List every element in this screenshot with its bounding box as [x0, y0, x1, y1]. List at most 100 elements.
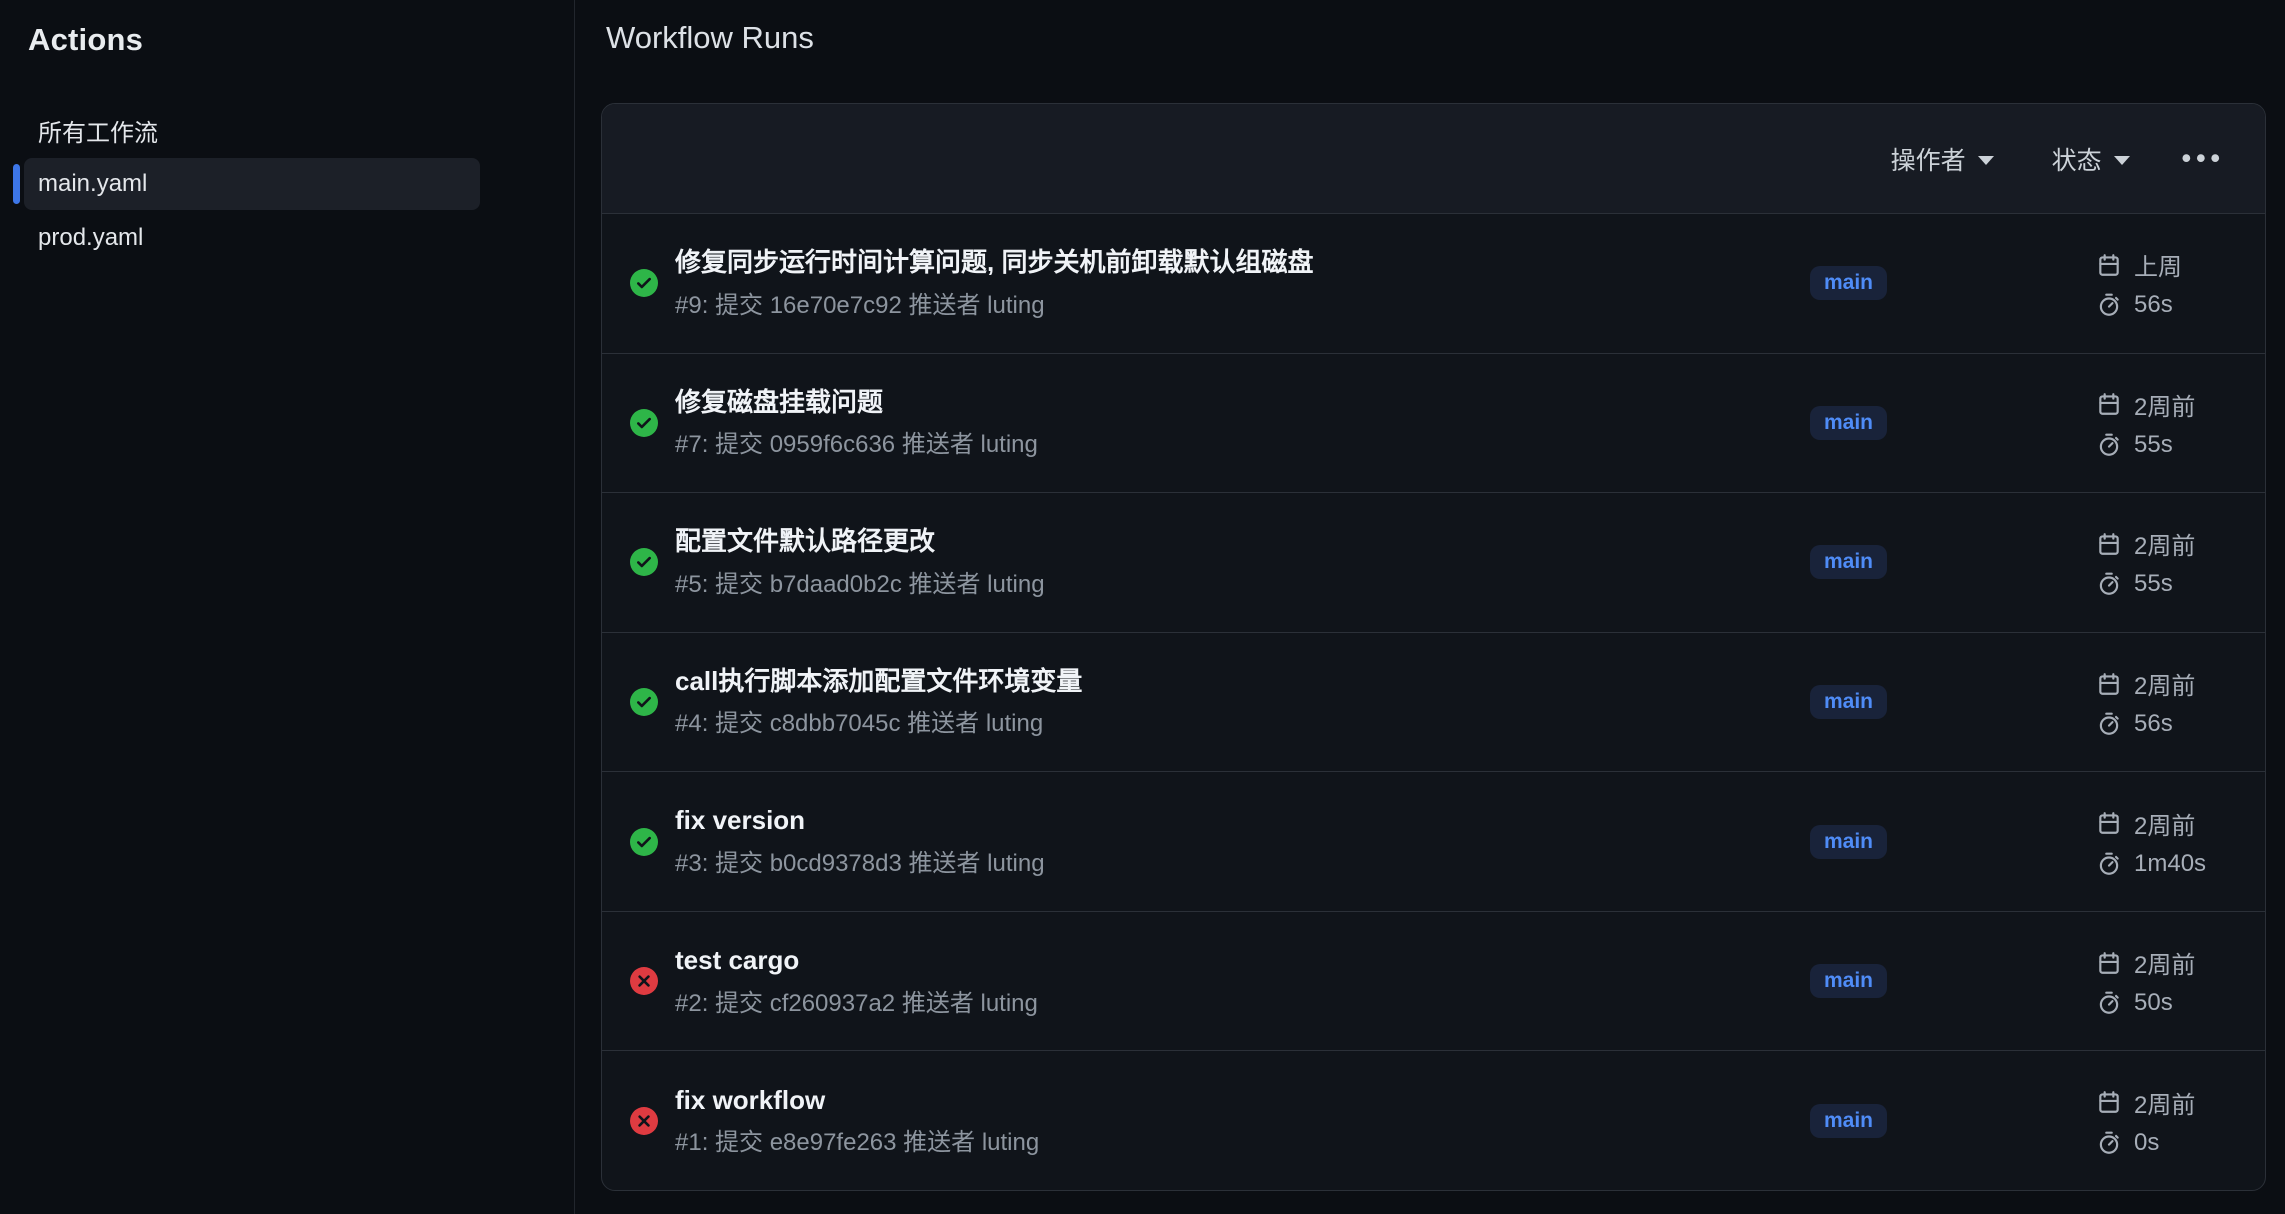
run-time-info: 上周 56s	[2096, 247, 2182, 319]
run-commit-meta: #5: 提交 b7daad0b2c 推送者 luting	[675, 571, 1045, 600]
run-duration-line: 56s	[2096, 710, 2195, 738]
run-title-link[interactable]: 修复同步运行时间计算问题, 同步关机前卸载默认组磁盘	[675, 246, 1313, 279]
run-commit-meta: #1: 提交 e8e97fe263 推送者 luting	[675, 1129, 1039, 1158]
sidebar-item-label: prod.yaml	[38, 224, 143, 252]
branch-badge[interactable]: main	[1810, 406, 1887, 440]
sidebar-item-label: 所有工作流	[38, 113, 158, 148]
workflow-runs-main: Workflow Runs 操作者 状态 ••• 修复同步运行时间计算问题, 同…	[576, 0, 2285, 1214]
workflow-run-row[interactable]: test cargo #2: 提交 cf260937a2 推送者 luting …	[602, 911, 2265, 1051]
page-title: Workflow Runs	[606, 20, 814, 56]
sidebar-item-prod-yaml[interactable]: prod.yaml	[24, 212, 480, 264]
branch-badge[interactable]: main	[1810, 964, 1887, 998]
run-title-link[interactable]: fix version	[675, 804, 1045, 837]
runs-panel-header: 操作者 状态 •••	[602, 104, 2265, 214]
calendar-icon	[2096, 391, 2122, 417]
run-duration: 50s	[2134, 989, 2173, 1017]
run-duration: 56s	[2134, 291, 2173, 319]
stopwatch-icon	[2096, 292, 2122, 318]
calendar-icon	[2096, 810, 2122, 836]
status-filter-label: 状态	[2052, 141, 2102, 177]
stopwatch-icon	[2096, 851, 2122, 877]
stopwatch-icon	[2096, 711, 2122, 737]
branch-badge[interactable]: main	[1810, 266, 1887, 300]
calendar-icon	[2096, 671, 2122, 697]
status-filter-dropdown[interactable]: 状态	[2052, 141, 2130, 177]
failure-x-icon	[630, 967, 658, 995]
branch-badge[interactable]: main	[1810, 825, 1887, 859]
run-time-info: 2周前 50s	[2096, 945, 2195, 1017]
more-options-icon[interactable]: •••	[2182, 145, 2225, 172]
actor-filter-label: 操作者	[1891, 141, 1966, 177]
run-date-line: 2周前	[2096, 666, 2195, 701]
run-duration-line: 0s	[2096, 1129, 2195, 1157]
sidebar-item-all-workflows[interactable]: 所有工作流	[24, 104, 480, 156]
success-check-icon	[630, 269, 658, 297]
run-title-link[interactable]: fix workflow	[675, 1084, 1039, 1117]
workflow-run-row[interactable]: call执行脚本添加配置文件环境变量 #4: 提交 c8dbb7045c 推送者…	[602, 632, 2265, 772]
calendar-icon	[2096, 1089, 2122, 1115]
run-commit-meta: #2: 提交 cf260937a2 推送者 luting	[675, 990, 1038, 1019]
run-summary: 配置文件默认路径更改 #5: 提交 b7daad0b2c 推送者 luting	[675, 525, 1045, 599]
stopwatch-icon	[2096, 571, 2122, 597]
chevron-down-icon	[2114, 156, 2130, 165]
calendar-icon	[2096, 950, 2122, 976]
sidebar-item-main-yaml[interactable]: main.yaml	[24, 158, 480, 210]
run-title-link[interactable]: test cargo	[675, 944, 1038, 977]
run-time-info: 2周前 55s	[2096, 526, 2195, 598]
run-duration: 0s	[2134, 1129, 2159, 1157]
run-duration: 55s	[2134, 431, 2173, 459]
success-check-icon	[630, 688, 658, 716]
run-date-line: 2周前	[2096, 526, 2195, 561]
run-commit-meta: #4: 提交 c8dbb7045c 推送者 luting	[675, 710, 1082, 739]
run-date-line: 2周前	[2096, 387, 2195, 422]
success-check-icon	[630, 409, 658, 437]
workflow-run-row[interactable]: 修复同步运行时间计算问题, 同步关机前卸载默认组磁盘 #9: 提交 16e70e…	[602, 214, 2265, 353]
workflow-run-row[interactable]: 修复磁盘挂载问题 #7: 提交 0959f6c636 推送者 luting ma…	[602, 353, 2265, 493]
run-duration-line: 50s	[2096, 989, 2195, 1017]
run-duration: 1m40s	[2134, 850, 2206, 878]
run-summary: fix workflow #1: 提交 e8e97fe263 推送者 lutin…	[675, 1084, 1039, 1158]
run-duration-line: 1m40s	[2096, 850, 2206, 878]
run-date-line: 2周前	[2096, 1085, 2195, 1120]
workflow-run-row[interactable]: fix version #3: 提交 b0cd9378d3 推送者 luting…	[602, 771, 2265, 911]
stopwatch-icon	[2096, 990, 2122, 1016]
run-title-link[interactable]: call执行脚本添加配置文件环境变量	[675, 665, 1082, 698]
run-commit-meta: #3: 提交 b0cd9378d3 推送者 luting	[675, 850, 1045, 879]
workflow-file-list: 所有工作流 main.yaml prod.yaml	[24, 104, 479, 266]
run-duration-line: 56s	[2096, 291, 2182, 319]
run-time-info: 2周前 56s	[2096, 666, 2195, 738]
success-check-icon	[630, 548, 658, 576]
run-when: 2周前	[2134, 526, 2195, 561]
run-commit-meta: #7: 提交 0959f6c636 推送者 luting	[675, 431, 1038, 460]
runs-list: 修复同步运行时间计算问题, 同步关机前卸载默认组磁盘 #9: 提交 16e70e…	[602, 214, 2265, 1190]
sidebar-title: Actions	[28, 22, 143, 58]
run-time-info: 2周前 0s	[2096, 1085, 2195, 1157]
chevron-down-icon	[1978, 156, 1994, 165]
run-when: 2周前	[2134, 806, 2195, 841]
sidebar-item-label: main.yaml	[38, 170, 147, 198]
run-summary: test cargo #2: 提交 cf260937a2 推送者 luting	[675, 944, 1038, 1018]
run-when: 2周前	[2134, 945, 2195, 980]
branch-badge[interactable]: main	[1810, 685, 1887, 719]
branch-badge[interactable]: main	[1810, 545, 1887, 579]
run-title-link[interactable]: 修复磁盘挂载问题	[675, 386, 1038, 419]
run-duration: 55s	[2134, 570, 2173, 598]
run-summary: 修复同步运行时间计算问题, 同步关机前卸载默认组磁盘 #9: 提交 16e70e…	[675, 246, 1313, 320]
run-duration-line: 55s	[2096, 431, 2195, 459]
run-title-link[interactable]: 配置文件默认路径更改	[675, 525, 1045, 558]
workflow-run-row[interactable]: 配置文件默认路径更改 #5: 提交 b7daad0b2c 推送者 luting …	[602, 492, 2265, 632]
actions-sidebar: Actions 所有工作流 main.yaml prod.yaml	[0, 0, 575, 1214]
run-summary: fix version #3: 提交 b0cd9378d3 推送者 luting	[675, 804, 1045, 878]
run-date-line: 上周	[2096, 247, 2182, 282]
runs-panel: 操作者 状态 ••• 修复同步运行时间计算问题, 同步关机前卸载默认组磁盘 #9…	[601, 103, 2266, 1191]
actor-filter-dropdown[interactable]: 操作者	[1891, 141, 1994, 177]
run-when: 2周前	[2134, 1085, 2195, 1120]
run-date-line: 2周前	[2096, 945, 2195, 980]
stopwatch-icon	[2096, 432, 2122, 458]
stopwatch-icon	[2096, 1130, 2122, 1156]
run-time-info: 2周前 1m40s	[2096, 806, 2206, 878]
workflow-run-row[interactable]: fix workflow #1: 提交 e8e97fe263 推送者 lutin…	[602, 1050, 2265, 1190]
branch-badge[interactable]: main	[1810, 1104, 1887, 1138]
success-check-icon	[630, 828, 658, 856]
run-time-info: 2周前 55s	[2096, 387, 2195, 459]
